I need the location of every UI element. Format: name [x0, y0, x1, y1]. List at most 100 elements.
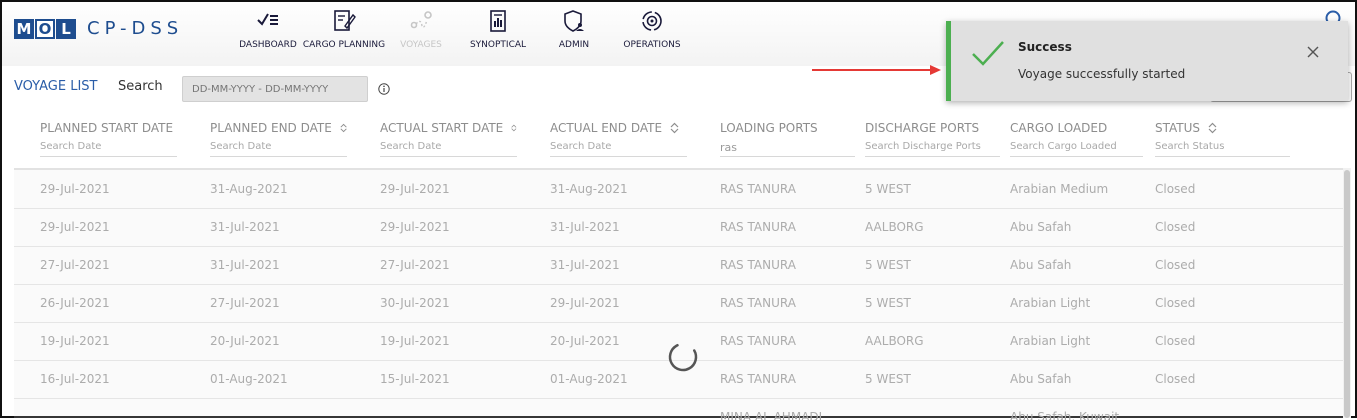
table-row[interactable]: 26-Jul-2021 27-Jul-2021 30-Jul-2021 29-Jul-…	[14, 284, 1345, 323]
table-cell: 5 WEST	[865, 296, 911, 310]
search-label: Search	[118, 79, 163, 94]
column-filter-input[interactable]: Search Date	[380, 141, 517, 157]
table-cell: 29-Jul-2021	[380, 182, 450, 196]
nav-label: DASHBOARD	[239, 40, 297, 50]
table-cell: 5 WEST	[865, 182, 911, 196]
operations-icon	[642, 11, 662, 31]
column-title[interactable]: ACTUAL START DATE	[380, 118, 517, 138]
table-cell: Closed	[1155, 220, 1196, 234]
table-cell: 26-Jul-2021	[40, 296, 110, 310]
column-title[interactable]: DISCHARGE PORTS	[865, 118, 1000, 138]
voyage-table-body: 29-Jul-2021 31-Aug-2021 29-Jul-2021 31-Aug-…	[14, 168, 1345, 420]
column-title[interactable]: STATUS	[1155, 118, 1290, 138]
column-title-text: ACTUAL START DATE	[380, 121, 504, 135]
table-cell: Arabian Light	[1010, 296, 1091, 310]
date-range-input[interactable]	[182, 76, 368, 102]
table-cell: 31-Aug-2021	[550, 182, 628, 196]
table-cell: Closed	[1155, 296, 1196, 310]
table-cell: 01-Aug-2021	[210, 372, 288, 386]
table-row[interactable]: 29-Jul-2021 31-Aug-2021 29-Jul-2021 31-Aug-…	[14, 170, 1345, 209]
column-title-text: LOADING PORTS	[720, 121, 818, 135]
column-filter-input[interactable]: Search Date	[210, 141, 347, 157]
column-header[interactable]: CARGO LOADED Search Cargo Loaded	[1010, 118, 1143, 157]
nav-label: OPERATIONS	[623, 40, 681, 50]
column-title-text: DISCHARGE PORTS	[865, 121, 980, 135]
nav-dashboard[interactable]: DASHBOARD	[232, 8, 304, 50]
column-header[interactable]: PLANNED START DATE Search Date	[40, 118, 177, 157]
table-cell: Closed	[1155, 258, 1196, 272]
annotation-arrow-icon	[812, 65, 941, 75]
column-filter-input[interactable]: Search Date	[550, 141, 687, 157]
table-cell: 5 WEST	[865, 258, 911, 272]
table-cell: RAS TANURA	[720, 334, 796, 348]
nav-label: ADMIN	[558, 40, 590, 50]
nav-label: SYNOPTICAL	[469, 40, 527, 50]
column-title[interactable]: CARGO LOADED	[1010, 118, 1143, 138]
sort-icon[interactable]	[670, 122, 679, 134]
toast-message: Voyage successfully started	[1018, 67, 1186, 81]
table-row[interactable]: MINA AL AHMADI Abu Safah, Kuwait	[14, 398, 1345, 420]
column-title[interactable]: PLANNED END DATE	[210, 118, 347, 138]
close-icon[interactable]	[1306, 45, 1320, 59]
success-toast: Success Voyage successfully started	[946, 21, 1348, 101]
table-row[interactable]: 29-Jul-2021 31-Jul-2021 29-Jul-2021 31-Jul-…	[14, 208, 1345, 247]
column-header[interactable]: LOADING PORTS ras	[720, 118, 855, 157]
column-filter-input[interactable]: Search Discharge Ports	[865, 141, 1000, 157]
table-cell: 27-Jul-2021	[210, 296, 280, 310]
dashboard-icon	[257, 13, 278, 26]
table-cell: Arabian Light	[1010, 334, 1091, 348]
table-cell: 15-Jul-2021	[380, 372, 450, 386]
table-cell: Closed	[1155, 372, 1196, 386]
brand-logo[interactable]: M O L CP-DSS	[14, 18, 183, 39]
sort-icon[interactable]	[1208, 122, 1217, 134]
column-header[interactable]: STATUS Search Status	[1155, 118, 1290, 157]
table-cell: Abu Safah	[1010, 220, 1072, 234]
column-filter-input[interactable]: ras	[720, 141, 855, 157]
table-cell: RAS TANURA	[720, 372, 796, 386]
table-cell: RAS TANURA	[720, 258, 796, 272]
table-cell: 27-Jul-2021	[40, 258, 110, 272]
table-cell: 29-Jul-2021	[40, 182, 110, 196]
column-title-text: CARGO LOADED	[1010, 121, 1108, 135]
cargo-planning-icon	[334, 10, 356, 31]
nav-cargo-planning[interactable]: CARGO PLANNING	[302, 8, 386, 50]
column-header[interactable]: DISCHARGE PORTS Search Discharge Ports	[865, 118, 1000, 157]
nav-voyages[interactable]: VOYAGES	[384, 8, 458, 50]
column-title[interactable]: LOADING PORTS	[720, 118, 855, 138]
table-cell: Abu Safah	[1010, 258, 1072, 272]
scrollbar-thumb[interactable]	[1344, 170, 1350, 418]
sort-icon[interactable]	[511, 122, 517, 134]
table-cell: AALBORG	[865, 220, 924, 234]
table-cell: 29-Jul-2021	[380, 220, 450, 234]
column-title[interactable]: ACTUAL END DATE	[550, 118, 687, 138]
table-row[interactable]: 27-Jul-2021 31-Jul-2021 27-Jul-2021 31-Jul-…	[14, 246, 1345, 285]
table-cell: 29-Jul-2021	[40, 220, 110, 234]
table-cell: 5 WEST	[865, 372, 911, 386]
table-cell: 20-Jul-2021	[550, 334, 620, 348]
synoptical-icon	[490, 10, 506, 32]
column-filter-input[interactable]: Search Cargo Loaded	[1010, 141, 1143, 157]
info-icon[interactable]	[378, 83, 390, 95]
table-cell: 29-Jul-2021	[550, 296, 620, 310]
nav-operations[interactable]: OPERATIONS	[610, 8, 694, 50]
column-filter-input[interactable]: Search Status	[1155, 141, 1290, 157]
nav-admin[interactable]: ADMIN	[538, 8, 610, 50]
page-title: VOYAGE LIST	[14, 79, 98, 94]
nav-label: CARGO PLANNING	[302, 40, 386, 50]
column-filter-input[interactable]: Search Date	[40, 141, 177, 157]
table-cell: Closed	[1155, 182, 1196, 196]
table-cell: Closed	[1155, 334, 1196, 348]
column-header[interactable]: PLANNED END DATE Search Date	[210, 118, 347, 157]
table-cell: 31-Jul-2021	[210, 220, 280, 234]
table-cell: 20-Jul-2021	[210, 334, 280, 348]
toast-title: Success	[1018, 40, 1072, 54]
column-title[interactable]: PLANNED START DATE	[40, 118, 177, 138]
table-cell: 30-Jul-2021	[380, 296, 450, 310]
table-cell: RAS TANURA	[720, 182, 796, 196]
nav-synoptical[interactable]: SYNOPTICAL	[458, 8, 538, 50]
sort-icon[interactable]	[340, 122, 347, 134]
column-header[interactable]: ACTUAL END DATE Search Date	[550, 118, 687, 157]
column-header[interactable]: ACTUAL START DATE Search Date	[380, 118, 517, 157]
table-cell: AALBORG	[865, 334, 924, 348]
table-cell: MINA AL AHMADI	[720, 410, 823, 420]
